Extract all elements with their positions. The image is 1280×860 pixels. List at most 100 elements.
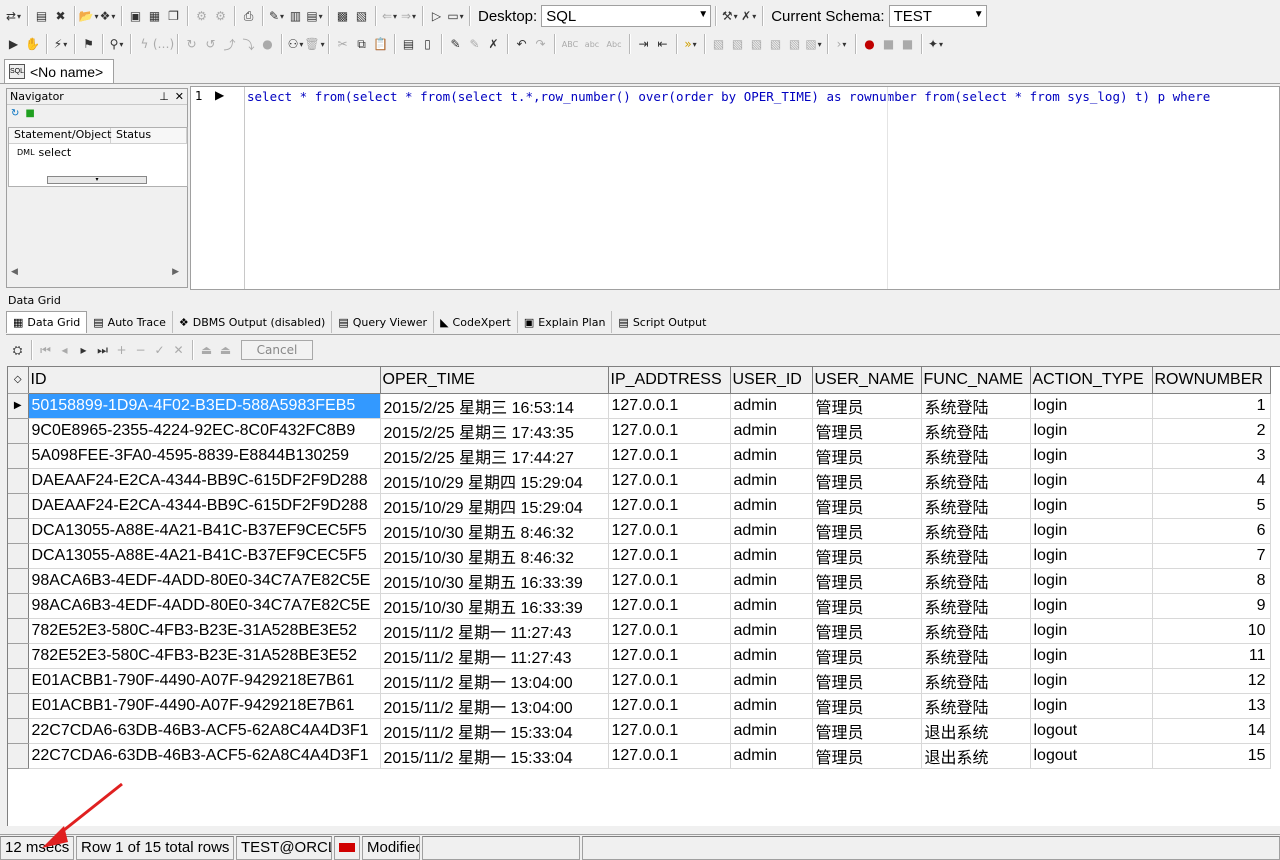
back-arrow-icon[interactable]: ⇐	[380, 6, 399, 26]
find-icon[interactable]: ✎	[446, 34, 465, 54]
schema-select[interactable]: TEST ▼	[888, 5, 987, 27]
grid-cell[interactable]: admin	[730, 668, 813, 694]
grid-cell[interactable]: 2015/11/2 星期一 11:27:43	[380, 643, 609, 669]
grid-window-icon[interactable]: ▥	[286, 6, 305, 26]
grid-cell[interactable]: 管理员	[812, 743, 922, 769]
tab-query-viewer[interactable]: ▤ Query Viewer	[332, 311, 435, 333]
grid-cell[interactable]: 管理员	[812, 618, 922, 644]
pause-icon[interactable]: ■	[879, 34, 898, 54]
grid-cell[interactable]: 98ACA6B3-4EDF-4ADD-80E0-34C7A7E82C5E	[28, 593, 381, 619]
format-code-icon[interactable]: ✦	[926, 34, 945, 54]
notepad-icon[interactable]: ▤	[399, 34, 418, 54]
table-row[interactable]: DCA13055-A88E-4A21-B41C-B37EF9CEC5F5 2015…	[8, 518, 1271, 544]
import-icon[interactable]: ▧	[728, 34, 747, 54]
grid-cell[interactable]: 管理员	[812, 643, 922, 669]
grid-cell[interactable]: admin	[730, 468, 813, 494]
grid-cell[interactable]: 2	[1152, 418, 1271, 444]
row-indicator[interactable]	[8, 718, 29, 744]
step-icon[interactable]: ⤴	[220, 34, 239, 54]
tab-dbms-output[interactable]: ❖ DBMS Output (disabled)	[173, 311, 333, 333]
close-icon[interactable]: ✕	[175, 90, 184, 103]
lowercase-icon[interactable]: abc	[581, 34, 603, 54]
grid-cell[interactable]: login	[1030, 643, 1153, 669]
grid-cell[interactable]: 15	[1152, 743, 1271, 769]
grid-cell[interactable]: admin	[730, 593, 813, 619]
row-indicator[interactable]	[8, 518, 29, 544]
grid-cell[interactable]: login	[1030, 518, 1153, 544]
grid-cell[interactable]: login	[1030, 568, 1153, 594]
grid-cell[interactable]: 127.0.0.1	[608, 393, 731, 419]
table-row[interactable]: 22C7CDA6-63DB-46B3-ACF5-62A8C4A4D3F1 2015…	[8, 718, 1271, 744]
grid-cell[interactable]: 127.0.0.1	[608, 593, 731, 619]
last-record-icon[interactable]: ⏭	[93, 340, 112, 360]
grid-cell[interactable]: login	[1030, 418, 1153, 444]
row-indicator[interactable]	[8, 668, 29, 694]
refresh-icon[interactable]: ↻	[11, 108, 19, 119]
grid-cell[interactable]: 127.0.0.1	[608, 518, 731, 544]
grid-cell[interactable]: 10	[1152, 618, 1271, 644]
grid-cell[interactable]: admin	[730, 443, 813, 469]
grid-cell[interactable]: 管理员	[812, 693, 922, 719]
cancel-button[interactable]: Cancel	[241, 340, 313, 360]
column-header-user-name[interactable]: USER_NAME	[812, 367, 922, 394]
record-icon[interactable]: ●	[860, 34, 879, 54]
table-row[interactable]: DCA13055-A88E-4A21-B41C-B37EF9CEC5F5 2015…	[8, 543, 1271, 569]
navigator-col-statement[interactable]: Statement/Object	[9, 128, 111, 143]
execute-script-icon[interactable]: ⚡	[51, 34, 70, 54]
row-indicator[interactable]	[8, 543, 29, 569]
grid-cell[interactable]: logout	[1030, 718, 1153, 744]
grid-cell[interactable]: 管理员	[812, 443, 922, 469]
grid-cell[interactable]: 系统登陆	[921, 493, 1031, 519]
grid-cell[interactable]: logout	[1030, 743, 1153, 769]
stop-macro-icon[interactable]: ■	[898, 34, 917, 54]
column-header-user-id[interactable]: USER_ID	[730, 367, 813, 394]
indent-icon[interactable]: ⇥	[634, 34, 653, 54]
export-icon[interactable]: ▧	[709, 34, 728, 54]
find-next-icon[interactable]: ✎	[465, 34, 484, 54]
prior-record-icon[interactable]: ◂	[55, 340, 74, 360]
grid-cell[interactable]: 系统登陆	[921, 568, 1031, 594]
disconnect-icon[interactable]: ✖	[51, 6, 70, 26]
grid-cell[interactable]: login	[1030, 593, 1153, 619]
capitalize-icon[interactable]: Abc	[603, 34, 625, 54]
grid-cell[interactable]: 系统登陆	[921, 693, 1031, 719]
redo-icon[interactable]: ↷	[531, 34, 550, 54]
delete-record-icon[interactable]: −	[131, 340, 150, 360]
clear-icon[interactable]: ✗	[484, 34, 503, 54]
sql-editor-icon[interactable]: ▤	[32, 6, 51, 26]
tab-explain-plan[interactable]: ▣ Explain Plan	[518, 311, 613, 333]
undo-icon[interactable]: ↶	[512, 34, 531, 54]
save-icon[interactable]: ▣	[126, 6, 145, 26]
table-row[interactable]: E01ACBB1-790F-4490-A07F-9429218E7B61 2015…	[8, 668, 1271, 694]
grid-cell[interactable]: 系统登陆	[921, 593, 1031, 619]
grid-cell[interactable]: 2015/10/29 星期四 15:29:04	[380, 493, 609, 519]
navigator-col-status[interactable]: Status	[111, 128, 187, 143]
grid-cell[interactable]: 2015/10/29 星期四 15:29:04	[380, 468, 609, 494]
tab-codexpert[interactable]: ◣ CodeXpert	[434, 311, 518, 333]
grid-cell[interactable]: 11	[1152, 643, 1271, 669]
navigator-splitter[interactable]: ▾	[47, 176, 147, 184]
grid-cell[interactable]: 13	[1152, 693, 1271, 719]
table-row[interactable]: 782E52E3-580C-4FB3-B23E-31A528BE3E52 2015…	[8, 643, 1271, 669]
table-row[interactable]: E01ACBB1-790F-4490-A07F-9429218E7B61 2015…	[8, 693, 1271, 719]
debug-step-icon[interactable]: ›	[832, 34, 851, 54]
grid-cell[interactable]: 782E52E3-580C-4FB3-B23E-31A528BE3E52	[28, 618, 381, 644]
row-indicator[interactable]	[8, 618, 29, 644]
grid-cell[interactable]: login	[1030, 693, 1153, 719]
run-icon[interactable]: ▷	[427, 6, 446, 26]
session-icon[interactable]: ⚙	[192, 6, 211, 26]
grid-cell[interactable]: admin	[730, 568, 813, 594]
grid-cell[interactable]: 系统登陆	[921, 468, 1031, 494]
grid-cell[interactable]: 127.0.0.1	[608, 743, 731, 769]
row-indicator[interactable]	[8, 693, 29, 719]
grid-cell[interactable]: E01ACBB1-790F-4490-A07F-9429218E7B61	[28, 668, 381, 694]
grid-cell[interactable]: 管理员	[812, 468, 922, 494]
table-row[interactable]: 22C7CDA6-63DB-46B3-ACF5-62A8C4A4D3F1 2015…	[8, 743, 1271, 769]
layout-icon[interactable]: ▤	[305, 6, 324, 26]
table-row[interactable]: 5A098FEE-3FA0-4595-8839-E8844B130259 2015…	[8, 443, 1271, 469]
grid-cell[interactable]: admin	[730, 543, 813, 569]
copy-window-icon[interactable]: ❐	[164, 6, 183, 26]
sql-editor[interactable]: 1 ▶ select * from(select * from(select t…	[190, 86, 1280, 290]
grid-cell[interactable]: 127.0.0.1	[608, 493, 731, 519]
table-row[interactable]: DAEAAF24-E2CA-4344-BB9C-615DF2F9D288 2015…	[8, 493, 1271, 519]
